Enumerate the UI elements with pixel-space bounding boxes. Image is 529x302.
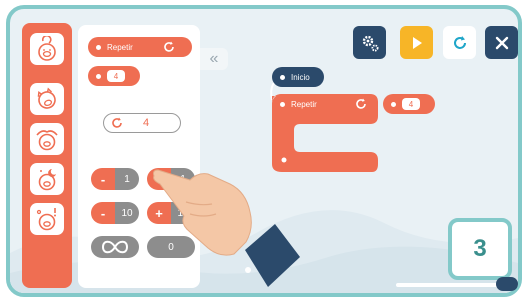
- minus-ten-value: 10: [115, 202, 139, 224]
- palette-repeat-block[interactable]: Repetir: [88, 37, 192, 57]
- infinite-loop-button[interactable]: [91, 236, 139, 258]
- repeat-loop-icon: [164, 41, 174, 52]
- pig-moon-button[interactable]: [30, 163, 64, 195]
- block-dot: [96, 44, 101, 50]
- loop-icon: [112, 117, 122, 128]
- pig-hands-icon: [36, 130, 58, 151]
- settings-button[interactable]: [353, 26, 386, 59]
- palette-count-block[interactable]: 4: [88, 66, 140, 86]
- block-dot: [391, 101, 396, 107]
- infinity-icon: [101, 240, 129, 254]
- minus-sign: -: [91, 202, 115, 224]
- minus-one-value: 1: [115, 168, 139, 190]
- pig-reload-icon: [38, 36, 56, 61]
- category-rail: [22, 23, 72, 288]
- play-button[interactable]: [400, 26, 433, 59]
- settings-icon: [362, 35, 378, 51]
- repeat-count-block[interactable]: 4: [383, 94, 435, 114]
- play-icon: [412, 36, 422, 49]
- minus-sign: -: [91, 168, 115, 190]
- loop-count-input[interactable]: 4: [103, 113, 181, 133]
- loop-count-value: 4: [142, 117, 150, 129]
- app-frame: Repetir 4 4 - 1 + 1 - 10: [0, 0, 529, 302]
- block-dot: [280, 101, 285, 107]
- close-icon: [495, 36, 508, 49]
- pig-moon-icon: [38, 169, 56, 191]
- pig-tilted-icon: [37, 87, 56, 109]
- reload-icon: [453, 35, 466, 49]
- step-counter: 3: [448, 218, 512, 280]
- double-chevron-left-icon: «: [209, 50, 219, 67]
- palette-count-value: 4: [107, 70, 125, 82]
- close-button[interactable]: [485, 26, 518, 59]
- block-dot: [280, 74, 285, 80]
- pig-tilted-button[interactable]: [30, 83, 64, 115]
- repeat-block[interactable]: Repetir: [272, 94, 378, 114]
- repeat-count-value: 4: [402, 98, 420, 110]
- reload-button[interactable]: [443, 26, 476, 59]
- minus-one-button[interactable]: - 1: [91, 168, 139, 190]
- pig-hands-button[interactable]: [30, 123, 64, 155]
- speed-slider[interactable]: [396, 277, 518, 291]
- block-dot: [96, 73, 101, 79]
- pig-reload-button[interactable]: [30, 33, 64, 65]
- pointing-hand-illustration: [153, 169, 300, 287]
- pig-surprised-icon: [36, 208, 56, 231]
- pig-surprised-button[interactable]: [30, 203, 64, 235]
- repeat-label: Repetir: [291, 99, 317, 109]
- repeat-loop-icon: [356, 98, 366, 109]
- collapse-palette-button[interactable]: «: [200, 48, 228, 70]
- minus-ten-button[interactable]: - 10: [91, 202, 139, 224]
- speed-slider-handle[interactable]: [496, 277, 518, 291]
- start-block[interactable]: Inicio: [272, 67, 324, 87]
- step-number: 3: [473, 235, 487, 262]
- start-label: Inicio: [291, 72, 310, 82]
- palette-repeat-label: Repetir: [107, 42, 133, 52]
